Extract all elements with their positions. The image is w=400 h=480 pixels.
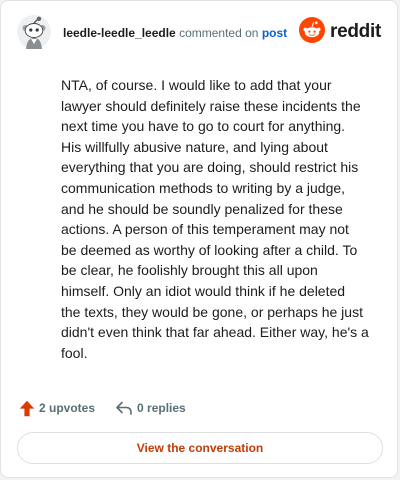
comment-line: himself. Only an idiot would think if he… [61, 282, 346, 299]
comment-line: be clear, he foolishly brought this all … [61, 262, 318, 279]
view-conversation-button[interactable]: View the conversation [17, 432, 383, 464]
upvote-button[interactable]: 2 upvotes [19, 400, 95, 417]
username-link[interactable]: leedle-leedle_leedle [63, 26, 176, 40]
reddit-logo[interactable]: reddit [299, 16, 381, 48]
comment-line: be deemed as worthy of looking after a c… [61, 241, 358, 258]
comment-line: actions. A person of this temperament ma… [61, 221, 349, 238]
upvote-count: 2 upvotes [39, 401, 96, 415]
snoo-avatar-icon[interactable] [17, 15, 51, 49]
comment-line: didn't even think that far ahead. Either… [61, 324, 369, 341]
reply-button[interactable]: 0 replies [115, 400, 186, 416]
comment-meta: leedle-leedle_leedle commented on post [63, 26, 287, 40]
comment-card: leedle-leedle_leedle commented on post r… [0, 0, 398, 478]
comment-line: the texts, they would be gone, or perhap… [61, 303, 363, 320]
reply-arrow-icon[interactable] [115, 400, 133, 416]
comment-line: fool. [61, 344, 88, 361]
reddit-logo-icon [299, 16, 326, 48]
reply-count: 0 replies [137, 401, 186, 415]
action-text: commented on [179, 26, 259, 40]
comment-line: and he should be soundly penalized for t… [61, 200, 343, 217]
comment-body: NTA, of course. I would like to add that… [61, 75, 373, 363]
comment-line: NTA, of course. I would like to add that… [61, 77, 332, 93]
embed-page: leedle-leedle_leedle commented on post r… [0, 0, 400, 480]
comment-line: next time you have to go to court for an… [61, 118, 346, 135]
comment-line: lawyer should definitely raise these inc… [61, 97, 361, 114]
comment-line: His willfully abusive nature, and lying … [61, 138, 328, 155]
comment-line: everything that you are doing, should re… [61, 159, 359, 176]
reddit-wordmark: reddit [330, 21, 381, 42]
comment-header: leedle-leedle_leedle commented on post r… [17, 15, 381, 51]
post-link[interactable]: post [262, 26, 287, 40]
comment-actions: 2 upvotes 0 replies [19, 398, 186, 418]
upvote-arrow-icon[interactable] [19, 400, 35, 417]
comment-line: communication methods to writing by a ju… [61, 179, 346, 196]
